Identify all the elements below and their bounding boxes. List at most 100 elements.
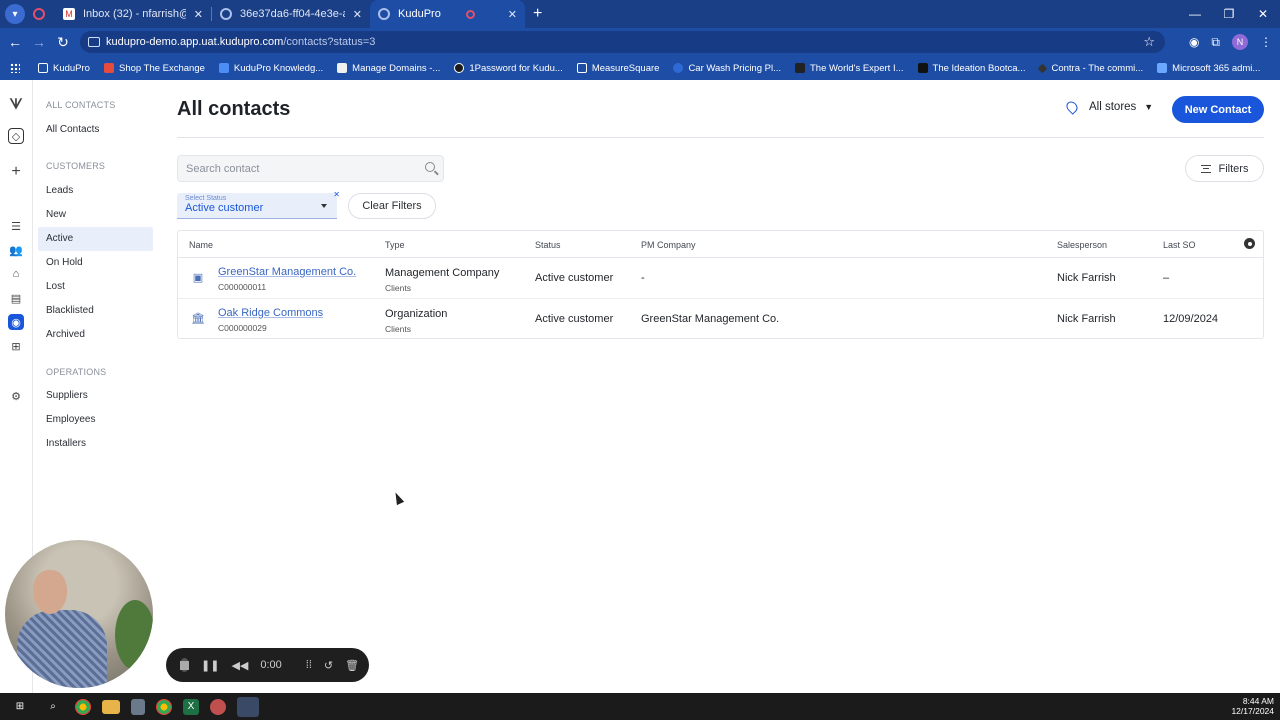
browser-menu-icon[interactable]: ⋮ xyxy=(1260,35,1272,49)
status-select-label: Select Status xyxy=(185,195,227,202)
calculator-icon[interactable] xyxy=(131,698,145,715)
page-title: All contacts xyxy=(177,98,291,120)
table-row[interactable]: 🏛 Oak Ridge Commons C000000029 Organizat… xyxy=(178,299,1263,340)
column-header-last-so[interactable]: Last SO xyxy=(1163,240,1196,250)
password-manager-icon[interactable]: ◉ xyxy=(1189,35,1199,49)
list-icon[interactable]: ☰ xyxy=(8,218,24,234)
bookmark-item[interactable]: KuduPro Knowledg... xyxy=(218,63,323,74)
bookmark-item[interactable]: The Ideation Bootca... xyxy=(917,63,1025,74)
stop-recording-icon[interactable] xyxy=(180,658,189,672)
bookmark-item[interactable]: 1Password for Kudu... xyxy=(454,63,563,74)
system-clock[interactable]: 8:44 AM 12/17/2024 xyxy=(1231,696,1274,716)
nav-leads[interactable]: Leads xyxy=(38,179,153,203)
drag-handle-icon[interactable]: ⁞⁞ xyxy=(306,659,312,671)
profile-avatar[interactable]: N xyxy=(1232,34,1248,50)
trash-icon[interactable]: 🗑 xyxy=(345,659,359,672)
nav-all-contacts[interactable]: All Contacts xyxy=(38,118,153,142)
file-explorer-icon[interactable] xyxy=(102,699,120,714)
window-controls: — ❐ ✕ xyxy=(1178,7,1280,21)
chrome-active-window-icon[interactable] xyxy=(237,696,259,717)
tag-icon[interactable]: ◇ xyxy=(8,128,24,144)
filters-button[interactable]: Filters xyxy=(1185,155,1264,182)
nav-new[interactable]: New xyxy=(38,203,153,227)
table-row[interactable]: ▣ GreenStar Management Co. C000000011 Ma… xyxy=(178,258,1263,299)
address-bar[interactable]: kudupro-demo.app.uat.kudupro.com/contact… xyxy=(80,31,1165,53)
new-contact-button[interactable]: New Contact xyxy=(1172,96,1264,123)
excel-icon[interactable]: X xyxy=(183,698,199,715)
contacts-icon[interactable]: ◉ xyxy=(8,314,24,330)
chrome-icon[interactable] xyxy=(75,698,91,715)
nav-archived[interactable]: Archived xyxy=(38,323,153,347)
contact-name-link[interactable]: Oak Ridge Commons xyxy=(218,307,323,319)
contact-name-link[interactable]: GreenStar Management Co. xyxy=(218,266,356,278)
bookmark-star-icon[interactable]: ☆ xyxy=(1143,34,1155,50)
close-icon[interactable]: ✕ xyxy=(345,8,362,21)
column-header-status[interactable]: Status xyxy=(535,240,561,250)
column-header-salesperson[interactable]: Salesperson xyxy=(1057,240,1107,250)
plus-icon[interactable]: + xyxy=(8,163,24,180)
grid-icon[interactable]: ⊞ xyxy=(8,338,24,354)
nav-installers[interactable]: Installers xyxy=(38,432,153,456)
section-operations: OPERATIONS xyxy=(46,367,107,377)
bookmark-item[interactable]: Contra - The commi... xyxy=(1038,63,1143,74)
mouse-cursor-icon xyxy=(391,490,405,506)
tab-search-icon[interactable]: ▾ xyxy=(5,4,25,24)
forward-icon[interactable]: → xyxy=(27,34,51,50)
nav-employees[interactable]: Employees xyxy=(38,408,153,432)
nav-lost[interactable]: Lost xyxy=(38,275,153,299)
kudupro-favicon-icon xyxy=(378,8,390,20)
bookmark-item[interactable]: Microsoft 365 admi... xyxy=(1157,63,1260,74)
kudupro-logo-icon[interactable]: ᗐ xyxy=(8,96,24,112)
search-icon[interactable] xyxy=(425,162,435,172)
chrome-profile-icon[interactable] xyxy=(156,698,172,715)
bookmark-item[interactable]: Car Wash Pricing Pl... xyxy=(673,63,781,74)
apps-grid-icon[interactable] xyxy=(10,63,20,73)
browser-tab-guid[interactable]: 36e37da6-ff04-4e3e-ae6a-eab ✕ xyxy=(212,0,370,28)
people-icon[interactable]: 👥 xyxy=(8,242,24,258)
clear-selection-icon[interactable]: ✕ xyxy=(333,190,340,199)
nav-blacklisted[interactable]: Blacklisted xyxy=(38,299,153,323)
restore-icon[interactable]: ❐ xyxy=(1212,7,1246,21)
window-close-icon[interactable]: ✕ xyxy=(1246,7,1280,21)
column-header-name[interactable]: Name xyxy=(189,240,213,250)
table-header: Name Type Status PM Company Salesperson … xyxy=(178,231,1263,258)
site-info-icon[interactable] xyxy=(88,37,100,47)
column-header-pm-company[interactable]: PM Company xyxy=(641,240,696,250)
bookmark-item[interactable]: Manage Domains -... xyxy=(337,63,440,74)
new-tab-icon[interactable]: + xyxy=(533,5,542,23)
nav-on-hold[interactable]: On Hold xyxy=(38,251,153,275)
nav-suppliers[interactable]: Suppliers xyxy=(38,384,153,408)
store-selector[interactable]: All stores ▼ xyxy=(1064,99,1153,115)
close-icon[interactable]: ✕ xyxy=(500,8,517,21)
back-icon[interactable]: ← xyxy=(3,34,27,50)
browser-tab-kudupro[interactable]: KuduPro ✕ xyxy=(370,0,525,28)
status-select[interactable]: Select Status Active customer ✕ xyxy=(177,190,340,219)
windows-start-icon[interactable]: ⊞ xyxy=(9,698,31,716)
column-header-type[interactable]: Type xyxy=(385,240,405,250)
browser-tab-pinned[interactable] xyxy=(25,0,55,28)
bookmark-item[interactable]: The World's Expert I... xyxy=(795,63,904,74)
restart-icon[interactable]: ↺ xyxy=(324,659,333,672)
extensions-icon[interactable]: ⧉ xyxy=(1211,35,1220,50)
nav-active[interactable]: Active xyxy=(38,227,153,251)
app-icon[interactable] xyxy=(210,698,226,715)
minimize-icon[interactable]: — xyxy=(1178,7,1212,21)
contact-type: Organization xyxy=(385,308,448,320)
contact-last-so: 12/09/2024 xyxy=(1163,313,1219,325)
bookmark-item[interactable]: MeasureSquare xyxy=(576,63,659,74)
document-icon[interactable]: ▤ xyxy=(8,290,24,306)
close-icon[interactable]: ✕ xyxy=(186,8,203,21)
reload-icon[interactable]: ↻ xyxy=(51,34,75,51)
browser-tab-inbox[interactable]: M Inbox (32) - nfarrish@kudupro.c ✕ xyxy=(55,0,211,28)
search-icon[interactable]: ⌕ xyxy=(42,698,64,716)
bookmark-item[interactable]: KuduPro xyxy=(38,63,90,74)
bookmark-item[interactable]: Shop The Exchange xyxy=(103,63,205,74)
search-input[interactable] xyxy=(186,162,416,175)
clear-filters-button[interactable]: Clear Filters xyxy=(348,193,436,219)
bookmark-favicon-icon xyxy=(795,63,805,73)
settings-gear-icon[interactable]: ⚙ xyxy=(8,388,24,404)
pause-icon[interactable]: ❚❚ xyxy=(201,659,219,672)
rewind-icon[interactable]: ◀◀ xyxy=(231,659,248,672)
store-icon[interactable]: ⌂ xyxy=(8,266,24,282)
table-settings-gear-icon[interactable] xyxy=(1244,238,1255,249)
